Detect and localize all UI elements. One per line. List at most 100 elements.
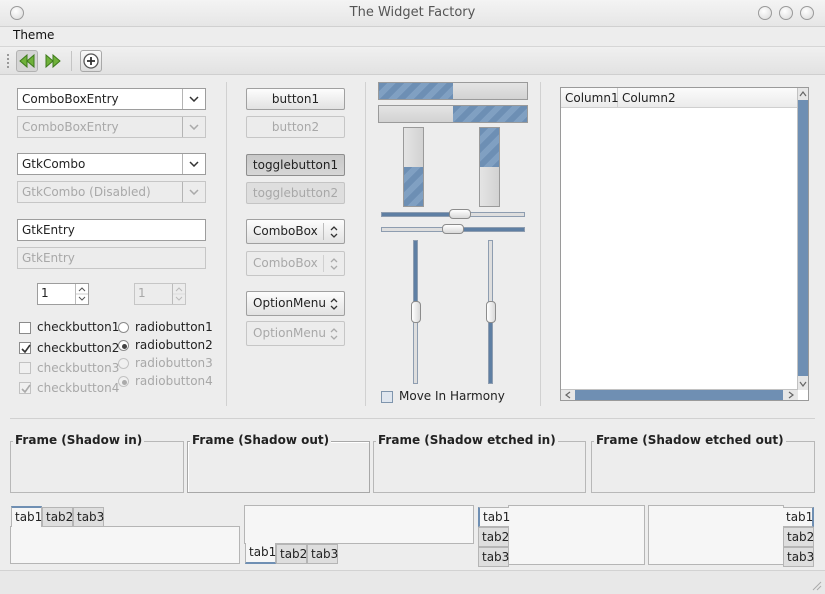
notebook-bottom-page [244,505,474,544]
checkmark-icon [21,344,31,354]
notebook-bottom-tab3[interactable]: tab3 [307,544,338,564]
combobox-disabled-divider [323,255,324,272]
window-title: The Widget Factory [349,5,476,20]
column2-header[interactable]: Column2 [618,88,799,108]
column-separator [226,82,227,406]
go-back-icon [19,53,35,69]
togglebutton1[interactable]: togglebutton1 [246,154,345,176]
toolbar-separator [71,51,72,71]
radiobutton4-label: radiobutton4 [135,374,213,388]
combobox-entry-disabled-text: ComboBoxEntry [22,120,119,134]
notebook-right-tab1[interactable]: tab1 [783,507,814,527]
frame-shadow-in-label: Frame (Shadow in) [13,433,145,447]
updown-arrows-icon [330,226,338,238]
go-forward-button[interactable] [42,50,64,72]
frame-shadow-etched-in [373,441,586,493]
radiobutton1-circle[interactable] [118,322,129,333]
notebook-right-tab3[interactable]: tab3 [783,547,814,567]
close-button[interactable] [800,6,814,20]
vscale-2-slider[interactable] [486,301,496,323]
menu-theme[interactable]: Theme [13,28,54,42]
tree-vscrollbar[interactable] [797,88,808,390]
tree-hscrollbar[interactable] [561,389,798,400]
tree-vscroll-thumb[interactable] [798,100,808,376]
frame-shadow-etched-out [591,441,815,493]
column1-header[interactable]: Column1 [561,88,619,108]
notebook-left-tab2[interactable]: tab2 [478,527,509,547]
add-button[interactable] [80,50,102,72]
radiobutton2-circle[interactable] [118,340,129,351]
combobox-entry-arrow[interactable] [182,89,205,109]
optionmenu[interactable]: OptionMenu [246,291,345,316]
notebook-top-tab2[interactable]: tab2 [42,507,73,527]
combobox-disabled: ComboBox [246,251,345,276]
hscale-1-slider[interactable] [449,209,472,219]
spin-button-value[interactable]: 1 [41,286,49,300]
radiobutton1-label[interactable]: radiobutton1 [135,320,213,334]
radiobutton2-label[interactable]: radiobutton2 [135,338,213,352]
combobox-entry-text[interactable]: ComboBoxEntry [18,92,182,106]
move-in-harmony-checkbox[interactable] [381,391,393,403]
spin-button-arrows[interactable] [75,284,88,304]
gtkcombo-arrow[interactable] [182,154,205,174]
status-bar [0,570,825,594]
minimize-button[interactable] [758,6,772,20]
checkbutton2-label[interactable]: checkbutton2 [37,341,119,355]
combobox-disabled-text: ComboBox [253,256,318,270]
maximize-button[interactable] [779,6,793,20]
checkbutton1-box[interactable] [19,322,31,334]
notebook-right-tab2[interactable]: tab2 [783,527,814,547]
gtk-entry[interactable]: GtkEntry [17,219,206,241]
frame-shadow-in [10,441,184,493]
hscale-2-slider[interactable] [442,224,464,234]
notebook-left-tab3[interactable]: tab3 [478,547,509,567]
notebook-left-tab1[interactable]: tab1 [478,507,510,527]
scroll-up-icon[interactable] [798,89,808,99]
scroll-right-icon[interactable] [786,390,796,400]
column-separator [365,82,366,406]
progress-bar-h2 [378,105,528,123]
move-in-harmony-label[interactable]: Move In Harmony [399,389,505,403]
spin-arrows-icon [173,287,185,301]
radiobutton4-circle [118,376,129,387]
checkbutton1-label[interactable]: checkbutton1 [37,320,119,334]
combobox[interactable]: ComboBox [246,219,345,244]
notebook-top-tab3[interactable]: tab3 [73,507,104,527]
updown-arrows-icon [330,258,338,270]
chevron-down-icon [189,189,199,195]
progress-fill [404,167,423,206]
resize-grip-icon[interactable] [810,579,822,591]
radiobutton3-circle [118,358,129,369]
spin-arrows-icon [76,287,88,301]
go-back-button[interactable] [16,50,38,72]
tree-hscroll-thumb[interactable] [575,390,783,400]
combobox-entry[interactable]: ComboBoxEntry [17,88,206,110]
checkbutton2-box[interactable] [19,342,31,354]
gtkcombo-text[interactable]: GtkCombo [18,157,182,171]
add-icon [83,53,99,69]
scroll-down-icon[interactable] [798,379,808,389]
toolbar [0,46,825,75]
notebook-right-page [648,505,784,565]
button1[interactable]: button1 [246,88,345,110]
chevron-down-icon [189,96,199,102]
optionmenu-text[interactable]: OptionMenu [253,296,326,310]
menu-bar: Theme [0,27,825,45]
toolbar-grip[interactable] [6,53,10,69]
spin-button-disabled-arrows [172,284,185,304]
tree-view[interactable]: Column1 Column2 [560,87,809,401]
gtkcombo-disabled-text: GtkCombo (Disabled) [22,185,151,199]
combobox-text[interactable]: ComboBox [253,224,318,238]
progress-bar-v1 [403,127,424,207]
progress-fill [480,128,499,167]
notebook-bottom-tab1[interactable]: tab1 [245,543,276,564]
gtkcombo[interactable]: GtkCombo [17,153,206,175]
scroll-left-icon[interactable] [563,390,573,400]
notebook-top-tab1[interactable]: tab1 [11,506,42,527]
spin-button[interactable]: 1 [37,283,89,305]
notebook-bottom-tab2[interactable]: tab2 [276,544,307,564]
vscale-1-slider[interactable] [411,301,421,323]
spin-button-disabled-value: 1 [138,286,146,300]
checkbutton3-box [19,362,31,374]
progress-fill [453,106,527,122]
